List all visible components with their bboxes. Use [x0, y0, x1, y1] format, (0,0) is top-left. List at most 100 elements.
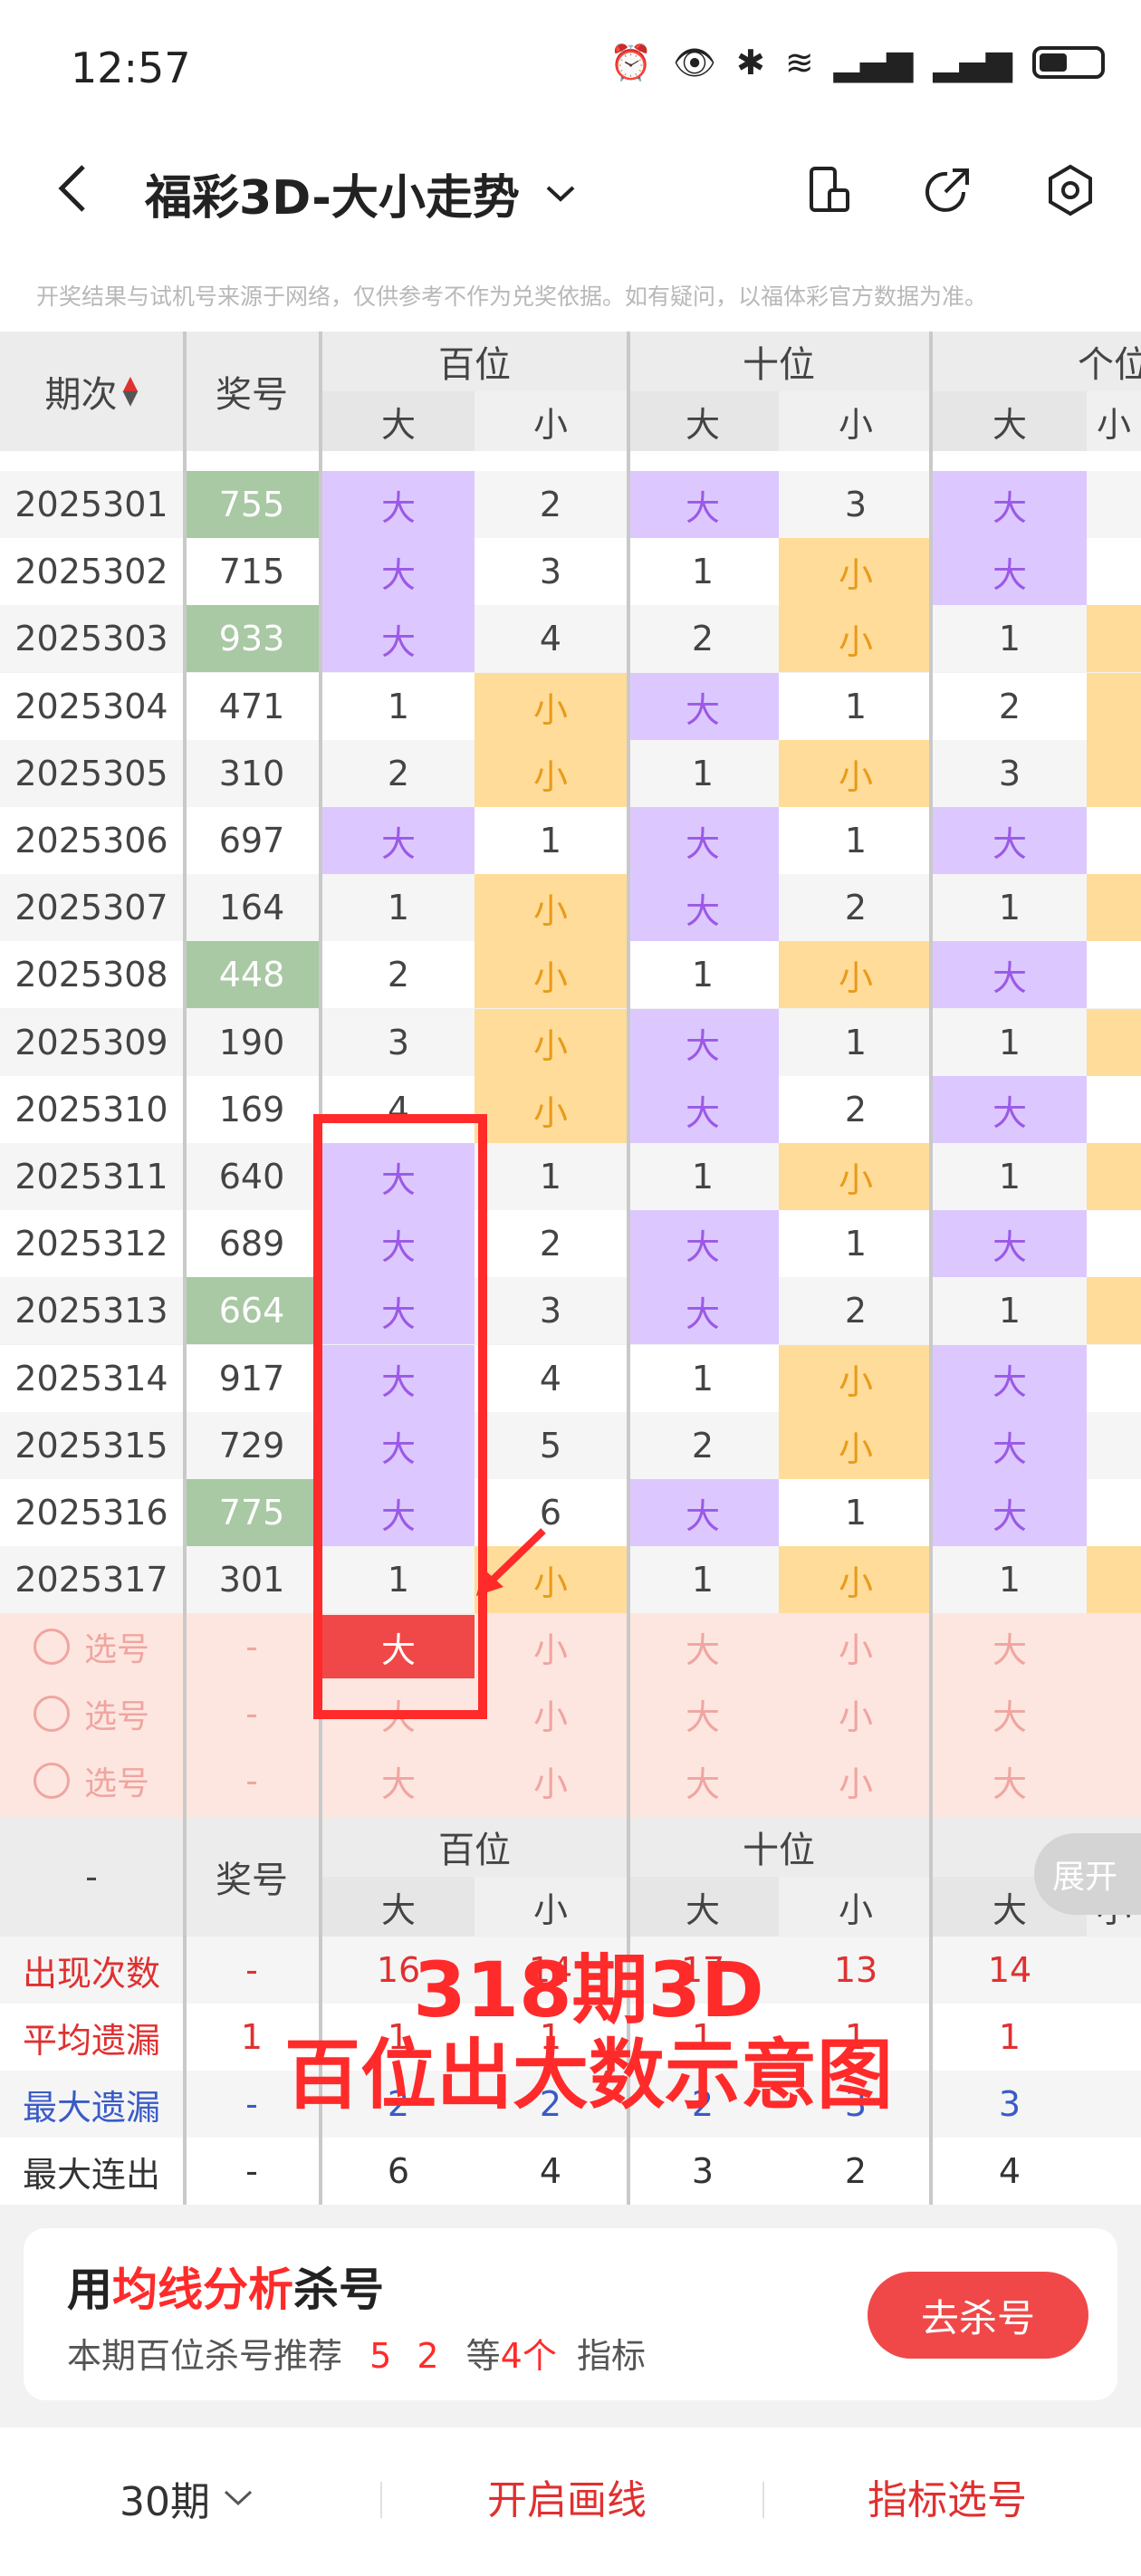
trend-cell: 2 — [475, 1210, 627, 1277]
select-row-label[interactable]: 选号 — [0, 1680, 183, 1747]
footer-divider — [380, 2482, 382, 2518]
trend-cell: 小 — [779, 1345, 933, 1412]
sort-icon: ▲ ▼ — [122, 372, 139, 409]
period-cell: 2025306 — [0, 807, 183, 874]
stats-row-label: 出现次数 — [0, 1937, 183, 2004]
column-divider — [627, 332, 630, 2205]
select-row-label[interactable]: 选号 — [0, 1613, 183, 1680]
trend-cell: 小 — [475, 1076, 627, 1143]
title-dropdown[interactable]: 福彩3D-大小走势 — [145, 159, 576, 227]
trend-cell: 1 — [933, 874, 1087, 941]
trend-cell: 1 — [627, 538, 779, 605]
trend-cell: 大 — [933, 471, 1087, 538]
stats-cell: 3 — [933, 2071, 1087, 2138]
number-cell: 715 — [183, 538, 321, 605]
radio-circle-icon[interactable] — [33, 1763, 70, 1799]
select-label: 选号 — [83, 1698, 149, 1735]
number-cell: 917 — [183, 1345, 321, 1412]
trend-cell: 大 — [933, 538, 1087, 605]
settings-icon[interactable] — [1043, 163, 1098, 217]
select-row-label[interactable]: 选号 — [0, 1747, 183, 1814]
trend-cell: 1 — [779, 1009, 933, 1076]
trend-cell: 2 — [322, 941, 475, 1008]
trend-cell: 1 — [933, 1277, 1087, 1344]
select-cell[interactable]: 大 — [627, 1680, 779, 1747]
trend-cell: 1 — [627, 941, 779, 1008]
number-cell: 310 — [183, 740, 321, 807]
trend-cell: 大 — [627, 807, 779, 874]
stats-row-label: 最大遗漏 — [0, 2071, 183, 2138]
trend-cell: 大 — [322, 605, 475, 672]
radio-circle-icon[interactable] — [33, 1629, 70, 1665]
phone-icon[interactable] — [802, 163, 857, 217]
trend-cell: 1 — [627, 1546, 779, 1613]
period-cell: 2025310 — [0, 1076, 183, 1143]
trend-cell-partial — [1087, 1412, 1141, 1479]
trend-cell: 1 — [779, 807, 933, 874]
period-cell: 2025304 — [0, 673, 183, 740]
stats-sub-header: 小 — [475, 1877, 627, 1937]
period-cell: 2025316 — [0, 1479, 183, 1546]
trend-cell: 小 — [779, 1546, 933, 1613]
sub-header: 小 — [1087, 391, 1141, 451]
trend-cell: 大 — [627, 1277, 779, 1344]
battery-icon — [1032, 46, 1105, 79]
period-cell: 2025303 — [0, 605, 183, 672]
share-icon[interactable] — [920, 163, 974, 217]
select-cell[interactable]: 大 — [933, 1680, 1087, 1747]
trend-cell: 1 — [475, 807, 627, 874]
kill-number-button[interactable]: 去杀号 — [868, 2272, 1088, 2359]
trend-cell: 大 — [627, 1479, 779, 1546]
number-cell: 448 — [183, 941, 321, 1008]
spacer-row — [0, 451, 1141, 471]
select-cell[interactable]: 小 — [475, 1680, 627, 1747]
trend-cell: 小 — [779, 538, 933, 605]
stats-cell: 4 — [475, 2138, 627, 2205]
trend-cell: 大 — [322, 538, 475, 605]
select-cell[interactable]: 小 — [475, 1613, 627, 1680]
stats-sub-header: 大 — [627, 1877, 779, 1937]
select-cell[interactable]: 大 — [322, 1747, 475, 1814]
period-cell: 2025312 — [0, 1210, 183, 1277]
trend-cell-partial — [1087, 941, 1141, 1008]
stats-number-header: 奖号 — [216, 1860, 288, 1901]
eye-icon: 👁 — [672, 43, 716, 82]
trend-cell: 小 — [475, 941, 627, 1008]
bluetooth-icon: ✱ — [735, 43, 765, 82]
select-cell[interactable]: 大 — [627, 1613, 779, 1680]
select-cell[interactable]: 大 — [933, 1613, 1087, 1680]
select-cell[interactable]: 小 — [779, 1747, 933, 1814]
period-header[interactable]: 期次 ▲ ▼ — [0, 332, 183, 451]
annotation-line1: 318期3D — [413, 1946, 764, 2034]
trend-cell: 小 — [779, 941, 933, 1008]
trend-cell: 小 — [779, 1143, 933, 1210]
units-header: 个位 — [1078, 344, 1141, 386]
trend-cell: 1 — [779, 673, 933, 740]
trend-cell: 1 — [779, 1479, 933, 1546]
select-cell[interactable]: 大 — [627, 1747, 779, 1814]
period-cell: 2025315 — [0, 1412, 183, 1479]
trend-cell: 小 — [475, 1009, 627, 1076]
select-cell[interactable]: 大 — [933, 1747, 1087, 1814]
trend-cell-partial — [1087, 740, 1141, 807]
select-cell[interactable]: 小 — [779, 1680, 933, 1747]
select-cell[interactable]: 小 — [475, 1747, 627, 1814]
draw-line-button[interactable]: 开启画线 — [487, 2467, 647, 2525]
radio-circle-icon[interactable] — [33, 1696, 70, 1732]
trend-cell: 2 — [627, 605, 779, 672]
stats-dash-header: - — [85, 1857, 98, 1897]
trend-cell: 1 — [322, 673, 475, 740]
trend-cell: 大 — [933, 1345, 1087, 1412]
select-cell[interactable]: 小 — [779, 1613, 933, 1680]
trend-cell: 小 — [779, 740, 933, 807]
number-cell: 169 — [183, 1076, 321, 1143]
back-icon[interactable] — [54, 161, 91, 216]
expand-button[interactable]: 展开 — [1034, 1833, 1141, 1915]
period-select[interactable]: 30期 — [120, 2469, 254, 2527]
stats-cell-partial — [1087, 2071, 1141, 2138]
trend-cell: 3 — [933, 740, 1087, 807]
trend-cell: 大 — [933, 1076, 1087, 1143]
trend-cell: 3 — [475, 538, 627, 605]
trend-cell: 1 — [322, 874, 475, 941]
indicator-select-button[interactable]: 指标选号 — [868, 2467, 1027, 2525]
